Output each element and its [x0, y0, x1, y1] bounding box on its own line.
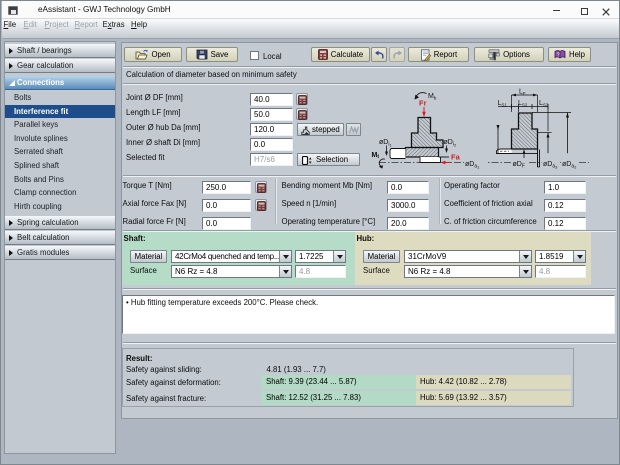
svg-text:?: ? — [557, 52, 560, 58]
svg-text:øDi2: øDi2 — [444, 139, 457, 148]
svg-text:Mb: Mb — [428, 93, 437, 101]
svg-text:øDi1: øDi1 — [379, 139, 392, 148]
svg-text:Fa: Fa — [451, 153, 461, 162]
svg-text:Fr: Fr — [419, 99, 427, 108]
